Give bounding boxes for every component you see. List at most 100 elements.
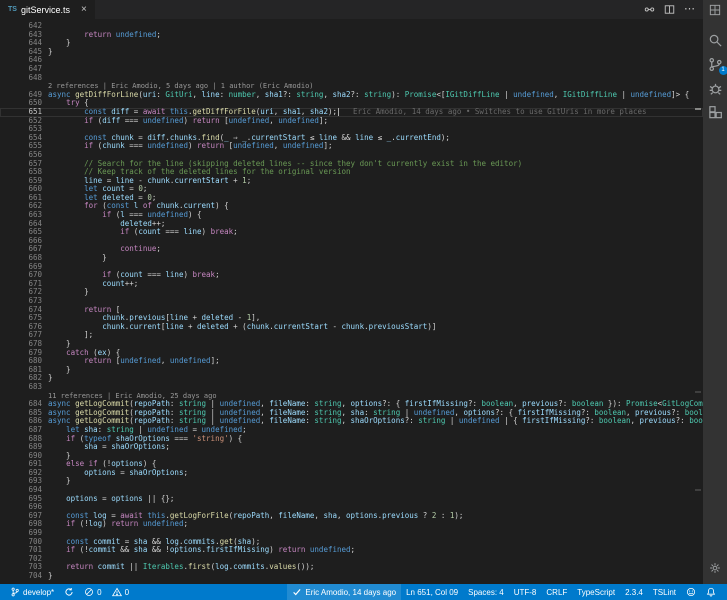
code-line[interactable]: 684 async getLogCommit(repoPath: string |… [0,399,703,409]
code-line[interactable]: 644 } [0,39,703,48]
cursor-position-status[interactable]: Ln 651, Col 09 [401,584,463,600]
code-line[interactable]: 652 if (diff === undefined) return [unde… [0,116,703,126]
code-line[interactable]: 677 ]; [0,331,703,340]
eol-status[interactable]: CRLF [541,584,572,600]
code-line[interactable]: 655 if (chunk === undefined) return [und… [0,142,703,151]
code-line[interactable]: 649 async getDiffForLine(uri: GitUri, lin… [0,90,703,100]
code-text[interactable]: const commit = sha && log.commits.get(sh… [48,538,703,547]
code-text[interactable]: } [48,572,703,581]
code-line[interactable]: 664 deleted++; [0,219,703,229]
code-line[interactable]: 680 return [undefined, undefined]; [0,357,703,366]
code-text[interactable]: line = line - chunk.currentStart + 1; [48,177,703,186]
indentation-status[interactable]: Spaces: 4 [463,584,509,600]
code-text[interactable]: // Search for the line (skipping deleted… [48,160,703,169]
code-line[interactable]: 698 if (!log) return undefined; [0,520,703,529]
code-text[interactable]: count++; [48,280,703,289]
code-text[interactable]: } [48,340,703,349]
settings-gear-icon[interactable] [709,562,721,574]
code-line[interactable]: 676 chunk.current[line + deleted + (chun… [0,322,703,332]
code-text[interactable] [48,151,703,160]
code-text[interactable] [48,297,703,306]
code-text[interactable]: if (!commit && sha && !options.firstIfMi… [48,546,703,555]
code-text[interactable]: // Keep track of the deleted lines for t… [48,168,703,177]
ts-version-status[interactable]: 2.3.4 [620,584,648,600]
gitlens-blame-status[interactable]: Eric Amodio, 14 days ago [287,584,402,600]
code-line[interactable]: 660 let count = 0; [0,185,703,194]
code-text[interactable]: return [undefined, undefined]; [48,357,703,366]
tab-close-icon[interactable]: × [81,4,87,15]
code-text[interactable] [48,486,703,495]
code-text[interactable]: const diff = await this.getDiffForFile(u… [48,107,703,117]
code-line[interactable]: 670 if (count === line) break; [0,271,703,280]
code-line[interactable]: 647 [0,64,703,74]
code-text[interactable] [48,237,703,246]
code-text[interactable]: catch (ex) { [48,349,703,358]
code-line[interactable]: 686 async getLogCommit(repoPath: string |… [0,417,703,426]
code-line[interactable]: 662 for (const l of chunk.current) { [0,202,703,211]
code-text[interactable]: if (count === line) break; [48,228,703,237]
encoding-status[interactable]: UTF-8 [509,584,542,600]
extensions-icon[interactable] [708,105,723,120]
code-line[interactable]: 654 const chunk = diff.chunks.find(_ ⇒ _… [0,133,703,143]
code-text[interactable]: chunk.current[line + deleted + (chunk.cu… [48,323,703,332]
code-text[interactable]: } [48,254,703,263]
code-line[interactable]: 688 if (typeof shaOrOptions === 'string'… [0,434,703,444]
codelens-link[interactable]: 2 references | Eric Amodio, 5 days ago |… [48,82,703,91]
code-line[interactable]: 659 line = line - chunk.currentStart + 1… [0,176,703,186]
code-line[interactable]: 674 return [ [0,305,703,315]
notifications-bell-icon[interactable] [701,584,721,600]
language-status[interactable]: TypeScript [572,584,620,600]
code-text[interactable]: if (typeof shaOrOptions === 'string') { [48,435,703,444]
line-number[interactable]: 648 [0,73,48,83]
code-line[interactable]: 656 [0,150,703,160]
code-text[interactable] [48,529,703,538]
code-line[interactable]: 663 if (l === undefined) { [0,210,703,220]
code-line[interactable]: 675 chunk.previous[line + deleted - 1], [0,314,703,323]
code-text[interactable]: let count = 0; [48,185,703,194]
code-text[interactable]: if (l === undefined) { [48,211,703,220]
code-line[interactable]: 690 } [0,451,703,461]
code-line[interactable]: 697 const log = await this.getLogForFile… [0,511,703,521]
code-text[interactable] [48,56,703,65]
code-line[interactable]: 648 [0,73,703,83]
codelens-row[interactable]: 11 references | Eric Amodio, 25 days ago [0,392,703,401]
code-text[interactable]: return [ [48,306,703,315]
code-line[interactable]: 685 async getLogCommit(repoPath: string |… [0,408,703,418]
code-line[interactable]: 645} [0,47,703,57]
split-editor-button[interactable] [664,4,675,15]
code-line[interactable]: 691 else if (!options) { [0,460,703,469]
code-line[interactable]: 699 [0,528,703,538]
code-text[interactable] [48,503,703,512]
code-text[interactable] [48,65,703,74]
code-line[interactable]: 651 const diff = await this.getDiffForFi… [0,107,703,117]
tab-gitservice[interactable]: TS gitService.ts × [0,0,95,19]
code-text[interactable] [48,125,703,134]
code-line[interactable]: 692 options = shaOrOptions; [0,468,703,478]
code-text[interactable] [48,263,703,272]
code-line[interactable]: 682} [0,374,703,383]
code-line[interactable]: 702 [0,554,703,564]
code-line[interactable]: 646 [0,56,703,65]
code-line[interactable]: 672 } [0,288,703,297]
code-text[interactable]: deleted++; [48,220,703,229]
code-text[interactable] [48,555,703,564]
warnings-status[interactable]: 0 [107,584,134,600]
code-line[interactable]: 696 [0,503,703,512]
code-line[interactable]: 679 catch (ex) { [0,348,703,358]
more-actions-button[interactable]: ⋯ [684,4,695,15]
code-text[interactable]: if (count === line) break; [48,271,703,280]
open-changes-button[interactable] [644,4,655,15]
git-branch-status[interactable]: develop* [5,584,59,600]
code-line[interactable]: 658 // Keep track of the deleted lines f… [0,167,703,177]
code-text[interactable]: ]; [48,331,703,340]
code-text[interactable]: try { [48,99,703,108]
line-number[interactable]: 683 [0,382,48,392]
code-line[interactable]: 657 // Search for the line (skipping del… [0,159,703,169]
errors-status[interactable]: 0 [79,584,106,600]
code-line[interactable]: 642 [0,21,703,31]
code-line[interactable]: 661 let deleted = 0; [0,193,703,203]
code-line[interactable]: 671 count++; [0,279,703,289]
code-text[interactable]: const chunk = diff.chunks.find(_ ⇒ _.cur… [48,134,703,143]
code-text[interactable]: async getLogCommit(repoPath: string | un… [48,417,703,426]
code-line[interactable]: 695 options = options || {}; [0,494,703,504]
